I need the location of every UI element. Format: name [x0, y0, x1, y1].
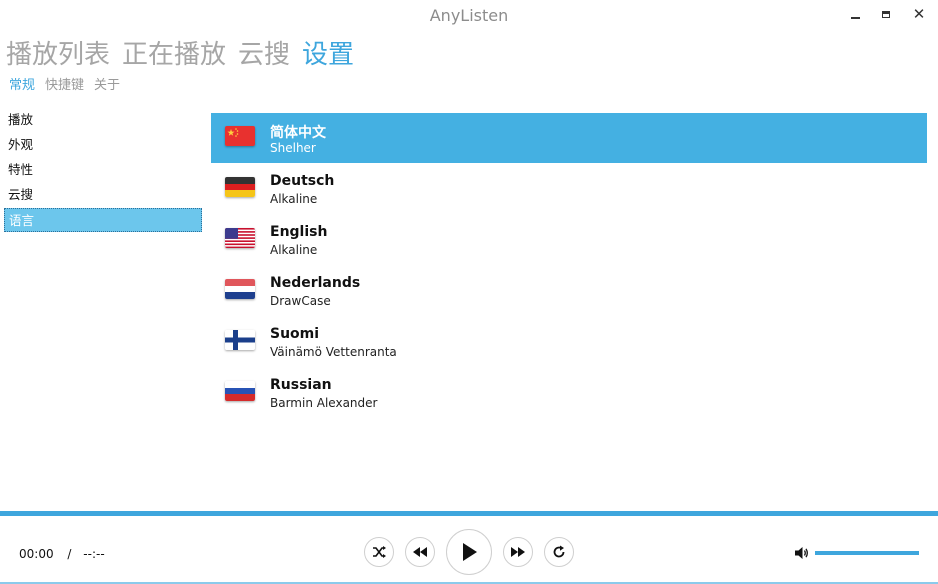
volume-slider[interactable]	[815, 551, 919, 555]
shuffle-icon	[373, 546, 386, 558]
language-name: 简体中文	[270, 125, 326, 141]
minimize-button[interactable]	[842, 4, 868, 24]
maximize-button[interactable]	[873, 4, 899, 24]
current-time: 00:00	[19, 547, 54, 561]
time-display: 00:00 / --:--	[19, 547, 105, 561]
repeat-button[interactable]	[544, 537, 574, 567]
language-row-en[interactable]: English Alkaline	[211, 215, 927, 265]
settings-sidebar: 播放 外观 特性 云搜 语言	[4, 108, 202, 233]
sidebar-item-language[interactable]: 语言	[4, 208, 202, 232]
de-flag-icon	[225, 177, 255, 197]
language-row-nl[interactable]: Nederlands DrawCase	[211, 266, 927, 316]
settings-sub-tabs: 常规 快捷键 关于	[9, 74, 130, 93]
player-bar: 00:00 / --:--	[0, 511, 938, 584]
time-separator: /	[67, 547, 72, 561]
cn-flag-icon	[225, 126, 255, 146]
ru-flag-icon	[225, 381, 255, 401]
sidebar-item-features[interactable]: 特性	[4, 158, 202, 182]
close-button[interactable]: ✕	[906, 4, 932, 24]
next-button[interactable]	[503, 537, 533, 567]
tab-settings[interactable]: 设置	[302, 34, 354, 71]
language-row-fi[interactable]: Suomi Väinämö Vettenranta	[211, 317, 927, 367]
title-bar: AnyListen ✕	[0, 0, 938, 32]
language-name: English	[270, 224, 328, 240]
volume-icon[interactable]	[795, 546, 809, 560]
language-row-zh[interactable]: 简体中文 Shelher	[211, 113, 927, 163]
language-name: Deutsch	[270, 173, 335, 189]
language-author: Alkaline	[270, 192, 318, 206]
total-time: --:--	[83, 547, 105, 561]
volume-level	[815, 551, 919, 555]
language-author: Alkaline	[270, 243, 318, 257]
sidebar-item-cloud-search[interactable]: 云搜	[4, 183, 202, 207]
language-name: Suomi	[270, 326, 320, 342]
sidebar-item-playback[interactable]: 播放	[4, 108, 202, 132]
shuffle-button[interactable]	[364, 537, 394, 567]
close-icon: ✕	[912, 5, 926, 23]
language-author: Väinämö Vettenranta	[270, 345, 397, 359]
main-tabs: 播放列表 正在播放 云搜 设置	[6, 34, 366, 71]
us-flag-icon	[225, 228, 255, 248]
subtab-about[interactable]: 关于	[94, 74, 120, 93]
fi-flag-icon	[225, 330, 255, 350]
language-author: Shelher	[270, 141, 316, 155]
rewind-icon	[413, 547, 427, 557]
tab-now-playing[interactable]: 正在播放	[122, 34, 226, 71]
subtab-shortcuts[interactable]: 快捷键	[45, 74, 84, 93]
subtab-general[interactable]: 常规	[9, 74, 35, 93]
language-name: Russian	[270, 377, 332, 393]
language-row-de[interactable]: Deutsch Alkaline	[211, 164, 927, 214]
tab-cloud-search[interactable]: 云搜	[238, 34, 290, 71]
sidebar-item-appearance[interactable]: 外观	[4, 133, 202, 157]
maximize-icon	[882, 10, 890, 18]
language-author: Barmin Alexander	[270, 396, 378, 410]
previous-button[interactable]	[405, 537, 435, 567]
tab-playlist[interactable]: 播放列表	[6, 34, 110, 71]
repeat-icon	[553, 545, 565, 558]
language-name: Nederlands	[270, 275, 361, 291]
app-title: AnyListen	[429, 6, 509, 25]
playback-controls	[364, 529, 585, 575]
nl-flag-icon	[225, 279, 255, 299]
seek-bar[interactable]	[0, 511, 938, 516]
minimize-icon	[850, 17, 860, 19]
language-list: 简体中文 Shelher Deutsch Alkaline English Al…	[211, 113, 927, 419]
fast-forward-icon	[511, 547, 525, 557]
language-author: DrawCase	[270, 294, 331, 308]
language-row-ru[interactable]: Russian Barmin Alexander	[211, 368, 927, 418]
play-button[interactable]	[446, 529, 492, 575]
play-icon	[463, 543, 477, 561]
